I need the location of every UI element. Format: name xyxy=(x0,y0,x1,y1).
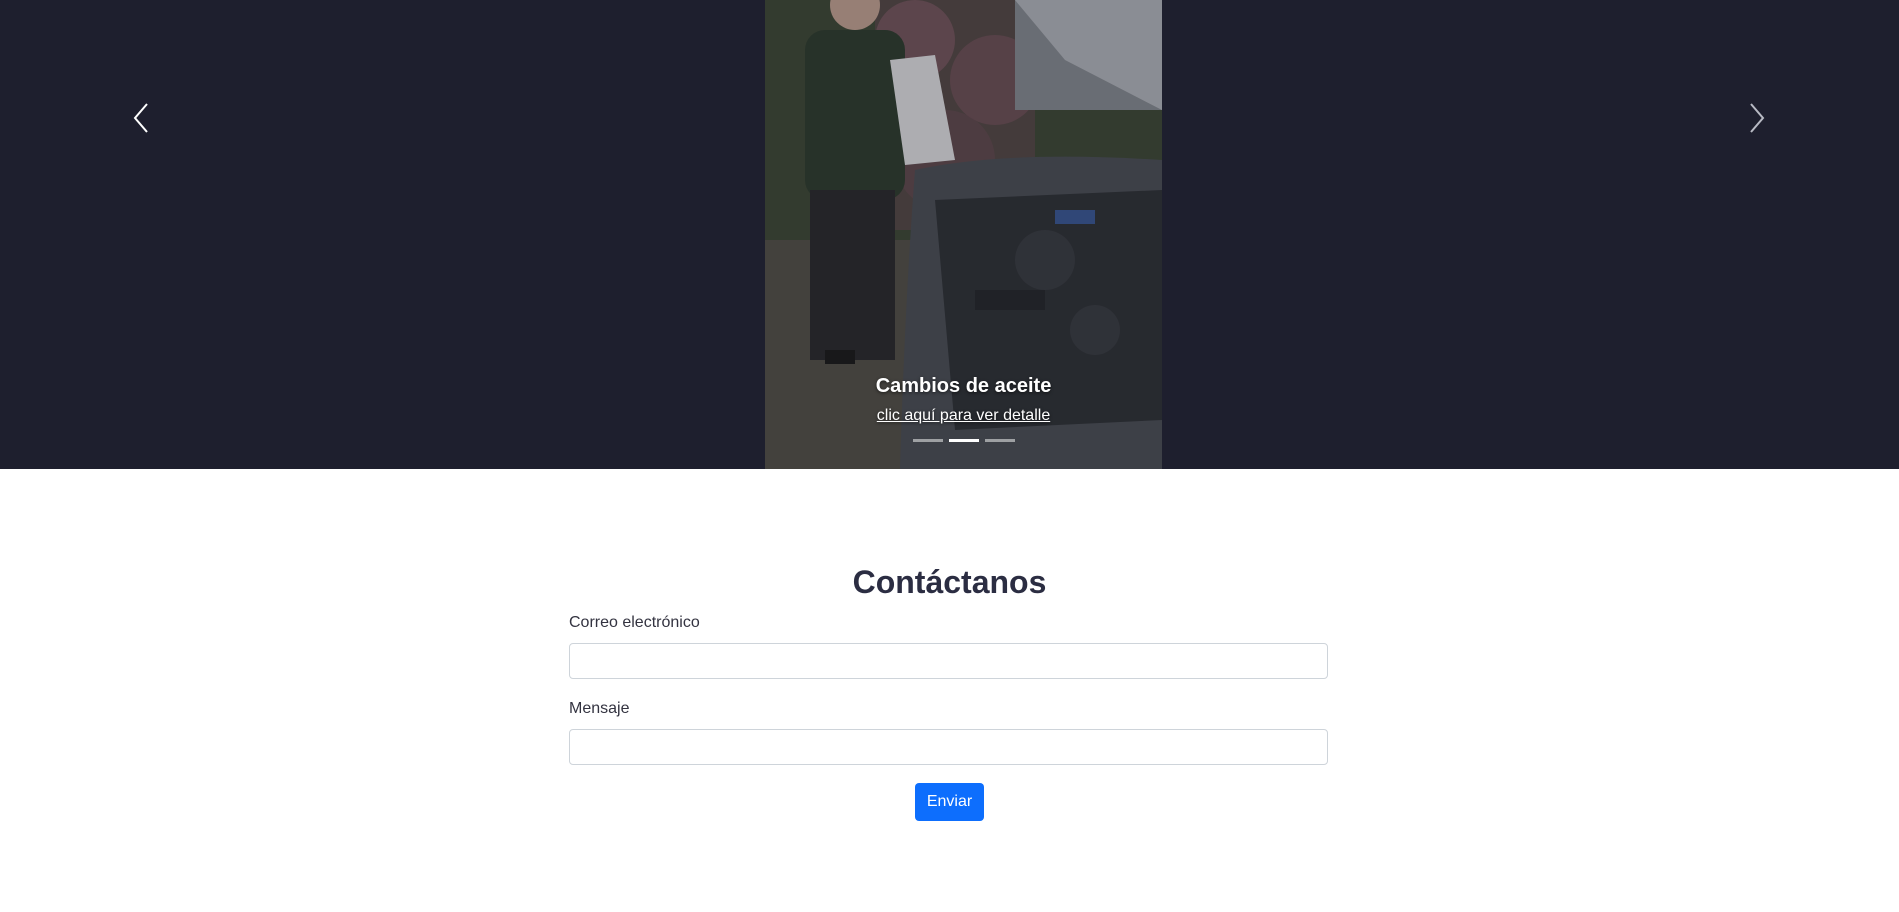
message-field[interactable] xyxy=(569,729,1328,765)
slide-caption: Cambios de aceite clic aquí para ver det… xyxy=(765,373,1162,425)
contact-section: Contáctanos Correo electrónico Mensaje E… xyxy=(0,469,1899,912)
carousel-indicator-2[interactable] xyxy=(948,439,979,442)
chevron-right-icon xyxy=(1750,103,1765,133)
message-label: Mensaje xyxy=(569,700,630,717)
carousel-indicator-3[interactable] xyxy=(984,439,1015,442)
carousel-indicator-1[interactable] xyxy=(912,439,943,442)
carousel-prev-button[interactable] xyxy=(126,100,156,136)
chevron-left-icon xyxy=(133,103,148,133)
slide-detail-link[interactable]: clic aquí para ver detalle xyxy=(877,407,1050,425)
carousel-indicators xyxy=(765,439,1162,442)
contact-title: Contáctanos xyxy=(852,564,1047,600)
send-button[interactable]: Enviar xyxy=(915,783,984,821)
slide-caption-title: Cambios de aceite xyxy=(875,375,1052,397)
slide-image: Cambios de aceite clic aquí para ver det… xyxy=(765,0,1162,469)
carousel-next-button[interactable] xyxy=(1742,100,1772,136)
hero-carousel: Cambios de aceite clic aquí para ver det… xyxy=(0,0,1899,469)
email-field[interactable] xyxy=(569,643,1328,679)
email-label: Correo electrónico xyxy=(569,614,700,631)
